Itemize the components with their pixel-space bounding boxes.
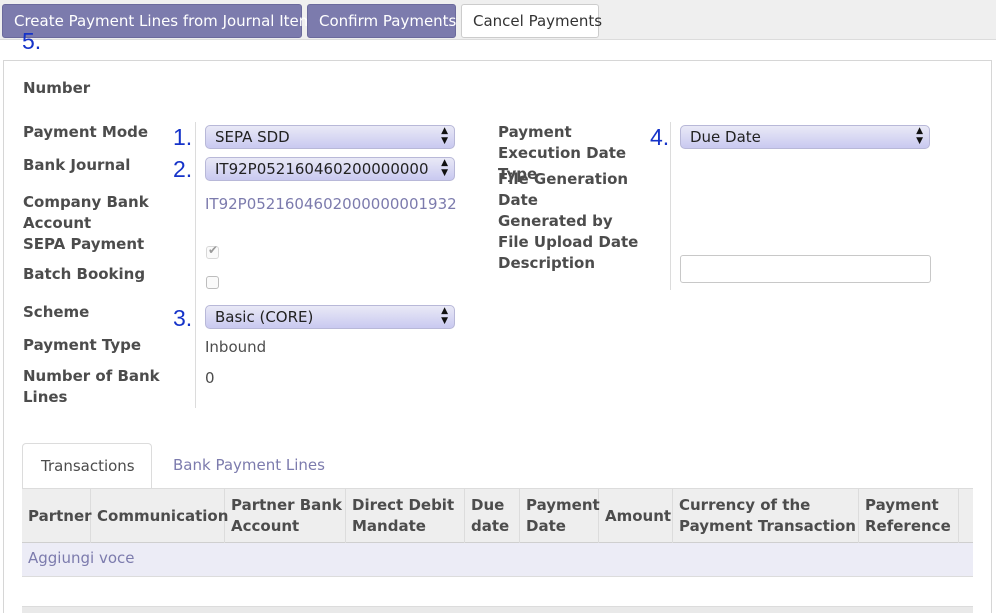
column-header[interactable]: Payment Date — [520, 489, 600, 543]
file-generation-date-label: File Generation Date — [498, 170, 629, 209]
payment-mode-label: Payment Mode — [23, 123, 149, 141]
column-header[interactable]: Communication — [91, 489, 228, 543]
cancel-payments-button[interactable]: Cancel Payments — [461, 4, 602, 38]
column-header[interactable]: Direct Debit Mandate — [346, 489, 465, 543]
batch-booking-label: Batch Booking — [23, 265, 146, 283]
right-column-separator — [670, 122, 671, 290]
transactions-table-header: Partner Communication Partner Bank Accou… — [22, 488, 973, 543]
column-header[interactable]: Amount — [599, 489, 673, 543]
marker-1: 1. — [173, 124, 193, 150]
payment-type-value: Inbound — [205, 338, 267, 356]
sepa-payment-checkbox[interactable]: ✔ — [206, 243, 219, 259]
bank-journal-value: IT92P052160460200000000 — [215, 160, 429, 178]
exec-date-type-select[interactable]: Due Date ▲ ▼ — [680, 125, 930, 149]
description-label: Description — [498, 254, 596, 272]
marker-2: 2. — [173, 156, 193, 182]
table-footer — [22, 606, 973, 613]
bank-journal-select[interactable]: IT92P052160460200000000 ▲ ▼ — [205, 157, 455, 181]
sepa-payment-label: SEPA Payment — [23, 235, 145, 253]
number-label: Number — [23, 79, 91, 97]
scheme-select[interactable]: Basic (CORE) ▲ ▼ — [205, 305, 455, 329]
marker-4: 4. — [650, 124, 670, 150]
marker-5: 5. — [22, 28, 42, 54]
exec-date-type-value: Due Date — [690, 128, 761, 146]
column-header[interactable]: Currency of the Payment Transaction — [673, 489, 859, 543]
payment-type-label: Payment Type — [23, 336, 142, 354]
add-line-link[interactable]: Aggiungi voce — [28, 549, 134, 567]
description-input[interactable] — [680, 255, 931, 283]
scheme-value: Basic (CORE) — [215, 308, 314, 326]
confirm-payments-button[interactable]: Confirm Payments — [307, 4, 456, 38]
select-arrows-icon: ▲ ▼ — [916, 126, 923, 146]
payment-mode-value: SEPA SDD — [215, 128, 290, 146]
payment-mode-select[interactable]: SEPA SDD ▲ ▼ — [205, 125, 455, 149]
batch-booking-checkbox[interactable] — [206, 276, 219, 289]
column-header[interactable]: Partner Bank Account — [225, 489, 346, 543]
marker-3: 3. — [173, 305, 193, 331]
column-header[interactable]: Partner — [22, 489, 92, 543]
column-header[interactable]: Due date — [465, 489, 520, 543]
select-arrows-icon: ▲ ▼ — [441, 306, 448, 326]
tab-transactions[interactable]: Transactions — [22, 443, 152, 489]
bank-journal-label: Bank Journal — [23, 156, 131, 174]
number-bank-lines-value: 0 — [205, 369, 215, 387]
file-upload-date-label: File Upload Date — [498, 233, 639, 251]
company-bank-account-label: Company Bank Account — [23, 193, 149, 232]
generated-by-label: Generated by — [498, 212, 613, 230]
create-payment-lines-button[interactable]: Create Payment Lines from Journal Items — [2, 4, 321, 38]
company-bank-account-link[interactable]: IT92P0521604602000000001932 — [205, 194, 457, 215]
add-line-row: Aggiungi voce — [22, 543, 973, 577]
scheme-label: Scheme — [23, 303, 90, 321]
left-column-separator — [195, 122, 196, 408]
check-icon: ✔ — [208, 243, 219, 257]
action-toolbar: Create Payment Lines from Journal Items … — [0, 0, 996, 40]
column-header[interactable]: Payment Reference — [859, 489, 959, 543]
number-bank-lines-label: Number of Bank Lines — [23, 367, 160, 406]
select-arrows-icon: ▲ ▼ — [441, 126, 448, 146]
tab-bank-payment-lines[interactable]: Bank Payment Lines — [155, 443, 343, 489]
select-arrows-icon: ▲ ▼ — [441, 158, 448, 178]
